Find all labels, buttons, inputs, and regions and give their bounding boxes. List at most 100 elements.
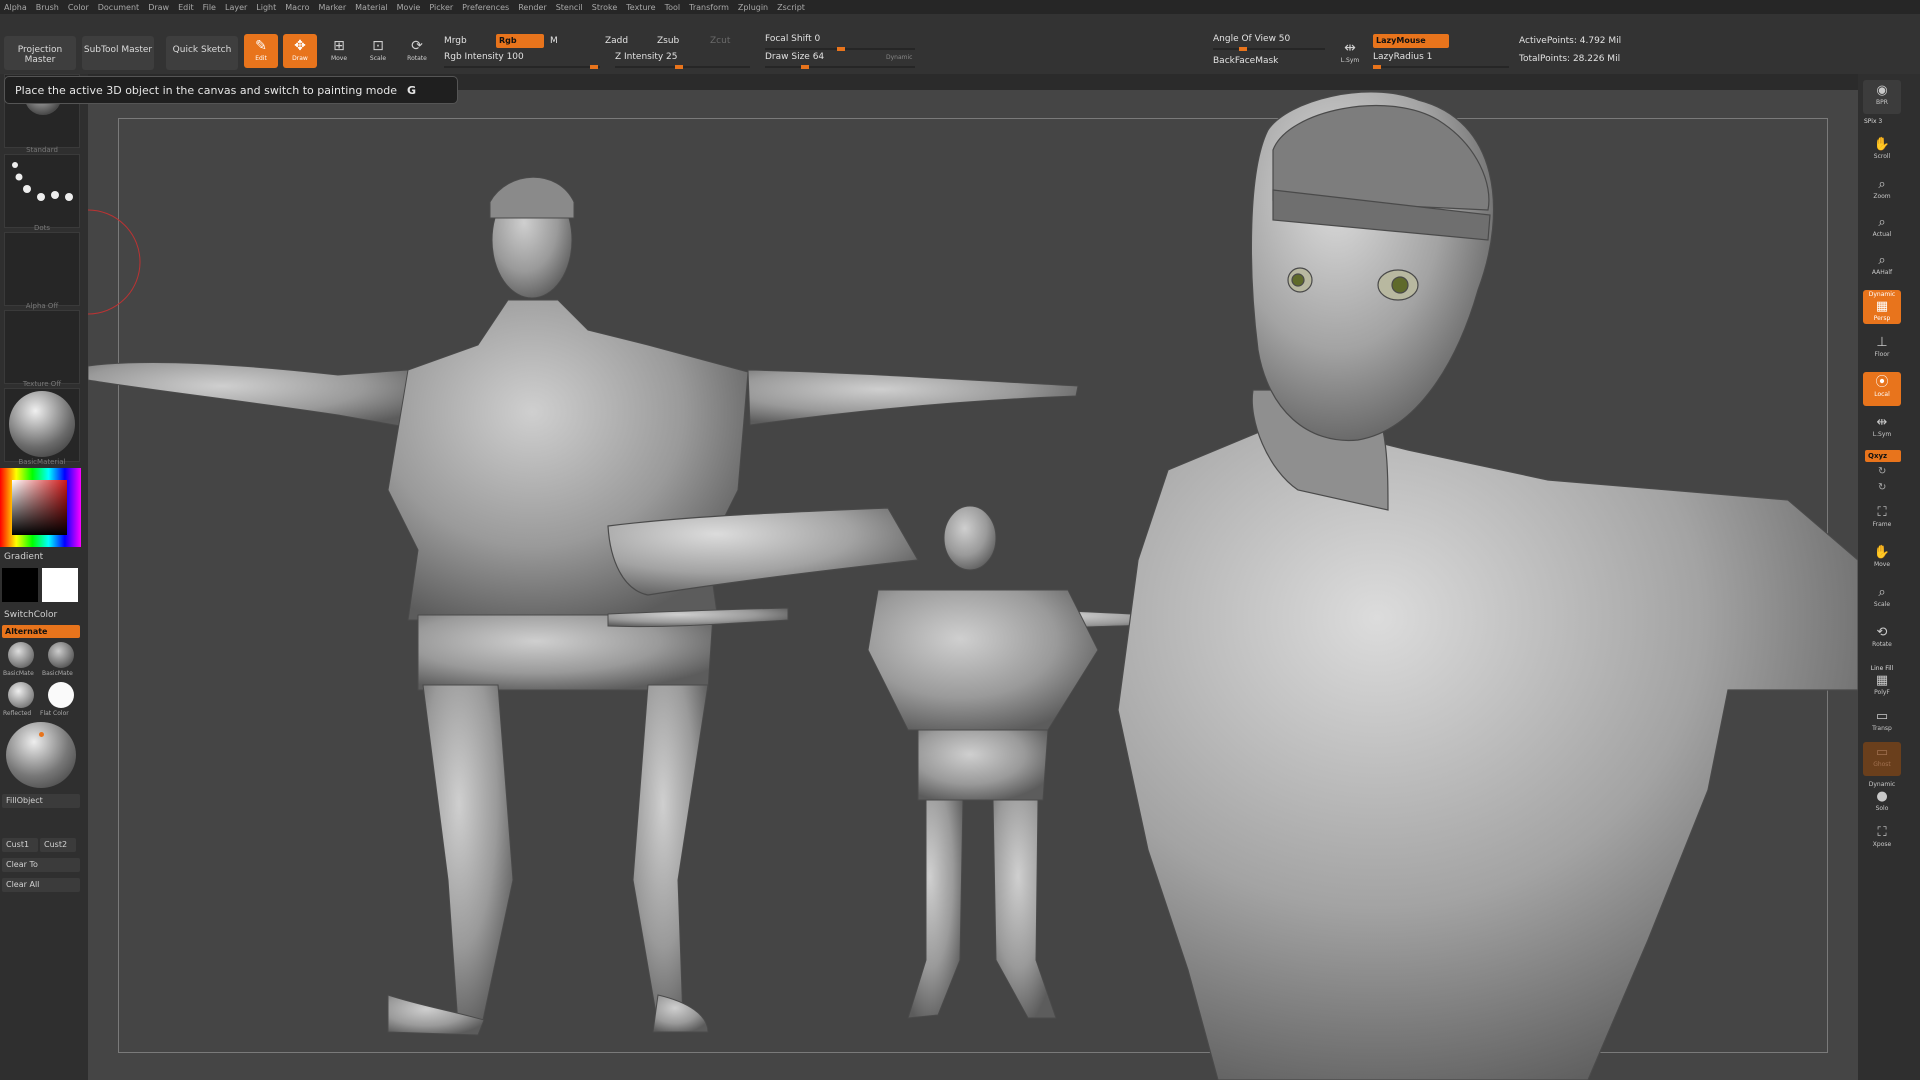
menu-movie[interactable]: Movie bbox=[397, 3, 421, 12]
alpha-thumbnail[interactable] bbox=[4, 232, 80, 306]
stroke-thumbnail[interactable] bbox=[4, 154, 80, 228]
menu-transform[interactable]: Transform bbox=[689, 3, 729, 12]
rotate-right-button[interactable]: ⟲ Rotate bbox=[1863, 622, 1901, 656]
rotate-z-icon[interactable]: ↻ bbox=[1878, 482, 1886, 493]
main-color-swatch[interactable] bbox=[2, 568, 38, 602]
scroll-button[interactable]: ✋ Scroll bbox=[1863, 134, 1901, 168]
focal-shift-slider[interactable] bbox=[765, 47, 915, 51]
xyz-button[interactable]: Qxyz bbox=[1865, 450, 1901, 462]
switch-color-button[interactable]: SwitchColor bbox=[4, 610, 57, 620]
ghost-button[interactable]: ▭ Ghost bbox=[1863, 742, 1901, 776]
move-right-button[interactable]: ✋ Move bbox=[1863, 542, 1901, 576]
angle-of-view-label: Angle Of View 50 bbox=[1213, 34, 1291, 44]
move-button[interactable]: ⊞ Move bbox=[322, 34, 356, 68]
menu-zplugin[interactable]: Zplugin bbox=[738, 3, 768, 12]
rotate-button[interactable]: ⟳ Rotate bbox=[400, 34, 434, 68]
rgb-intensity-slider[interactable] bbox=[444, 65, 600, 69]
focal-shift-knob[interactable] bbox=[837, 47, 845, 51]
menu-stencil[interactable]: Stencil bbox=[556, 3, 583, 12]
menu-brush[interactable]: Brush bbox=[36, 3, 59, 12]
menu-light[interactable]: Light bbox=[256, 3, 276, 12]
lsym-right-button[interactable]: ⇹ L.Sym bbox=[1863, 412, 1901, 446]
lazyradius-knob[interactable] bbox=[1373, 65, 1381, 69]
menu-render[interactable]: Render bbox=[518, 3, 546, 12]
draw-button[interactable]: ✥ Draw bbox=[283, 34, 317, 68]
material-thumbnail[interactable] bbox=[4, 388, 80, 462]
spix-label[interactable]: SPix 3 bbox=[1864, 118, 1882, 125]
menu-zscript[interactable]: Zscript bbox=[777, 3, 805, 12]
fill-object-button[interactable]: FillObject bbox=[2, 794, 80, 808]
rotate-y-icon[interactable]: ↻ bbox=[1878, 466, 1886, 477]
menu-picker[interactable]: Picker bbox=[429, 3, 453, 12]
edit-button[interactable]: ✎ Edit bbox=[244, 34, 278, 68]
aahalf-button[interactable]: ⌕ AAHalf bbox=[1863, 250, 1901, 284]
menu-preferences[interactable]: Preferences bbox=[462, 3, 509, 12]
flat-color-material-swatch[interactable] bbox=[48, 682, 74, 708]
actual-button[interactable]: ⌕ Actual bbox=[1863, 212, 1901, 246]
clear-all-button[interactable]: Clear All bbox=[2, 878, 80, 892]
menu-tool[interactable]: Tool bbox=[665, 3, 681, 12]
frame-icon: ⛶ bbox=[1877, 505, 1887, 520]
lazyradius-slider[interactable] bbox=[1373, 65, 1509, 69]
cust1-button[interactable]: Cust1 bbox=[2, 838, 38, 852]
menu-document[interactable]: Document bbox=[98, 3, 139, 12]
menu-file[interactable]: File bbox=[203, 3, 216, 12]
projection-master-button[interactable]: Projection Master bbox=[4, 36, 76, 70]
texture-thumbnail[interactable] bbox=[4, 310, 80, 384]
scale-button[interactable]: ⊡ Scale bbox=[361, 34, 395, 68]
menu-edit[interactable]: Edit bbox=[178, 3, 194, 12]
closeup-bust-model[interactable] bbox=[607, 91, 1858, 1080]
bpr-button[interactable]: ◉ BPR bbox=[1863, 80, 1901, 114]
angle-of-view-knob[interactable] bbox=[1239, 47, 1247, 51]
solo-button[interactable]: Dynamic ● Solo bbox=[1863, 780, 1901, 814]
menu-layer[interactable]: Layer bbox=[225, 3, 247, 12]
menu-draw[interactable]: Draw bbox=[148, 3, 169, 12]
m-button[interactable]: M bbox=[550, 36, 558, 46]
zoom-button[interactable]: ⌕ Zoom bbox=[1863, 174, 1901, 208]
basic-material-2-swatch[interactable] bbox=[48, 642, 74, 668]
z-intensity-knob[interactable] bbox=[675, 65, 683, 69]
rgb-intensity-knob[interactable] bbox=[590, 65, 598, 69]
polyf-button[interactable]: Line Fill ▦ PolyF bbox=[1863, 664, 1901, 698]
secondary-color-swatch[interactable] bbox=[42, 568, 78, 602]
zcut-button[interactable]: Zcut bbox=[710, 36, 730, 46]
menu-color[interactable]: Color bbox=[68, 3, 89, 12]
backface-mask-button[interactable]: BackFaceMask bbox=[1213, 56, 1278, 66]
persp-button[interactable]: Dynamic ▦ Persp bbox=[1863, 290, 1901, 324]
zadd-button[interactable]: Zadd bbox=[605, 36, 628, 46]
local-button[interactable]: ⦿ Local bbox=[1863, 372, 1901, 406]
lazymouse-button[interactable]: LazyMouse bbox=[1373, 34, 1449, 48]
menu-macro[interactable]: Macro bbox=[285, 3, 309, 12]
rgb-button[interactable]: Rgb bbox=[496, 34, 544, 48]
color-picker[interactable] bbox=[0, 468, 81, 547]
xpose-button[interactable]: ⛶ Xpose bbox=[1863, 822, 1901, 856]
menu-texture[interactable]: Texture bbox=[626, 3, 655, 12]
scale-right-button[interactable]: ⌕ Scale bbox=[1863, 582, 1901, 616]
cust2-button[interactable]: Cust2 bbox=[40, 838, 76, 852]
quick-sketch-button[interactable]: Quick Sketch bbox=[166, 36, 238, 70]
menu-material[interactable]: Material bbox=[355, 3, 388, 12]
transp-button[interactable]: ▭ Transp bbox=[1863, 706, 1901, 740]
z-intensity-slider[interactable] bbox=[615, 65, 750, 69]
floor-button[interactable]: ⊥ Floor bbox=[1863, 332, 1901, 366]
zsub-button[interactable]: Zsub bbox=[657, 36, 679, 46]
alternate-button[interactable]: Alternate bbox=[2, 625, 80, 638]
menu-alpha[interactable]: Alpha bbox=[4, 3, 27, 12]
color-picker-square[interactable] bbox=[12, 480, 67, 535]
basic-material-1-swatch[interactable] bbox=[8, 642, 34, 668]
mrgb-button[interactable]: Mrgb bbox=[444, 36, 467, 46]
menu-stroke[interactable]: Stroke bbox=[592, 3, 618, 12]
reflected-material-swatch[interactable] bbox=[8, 682, 34, 708]
angle-of-view-slider[interactable] bbox=[1213, 47, 1325, 51]
menu-marker[interactable]: Marker bbox=[318, 3, 346, 12]
subtool-master-button[interactable]: SubTool Master bbox=[82, 36, 154, 70]
sculpt-viewport[interactable] bbox=[88, 90, 1858, 1080]
fill-object-preview[interactable] bbox=[6, 722, 76, 788]
dynamic-button[interactable]: Dynamic bbox=[886, 54, 912, 61]
document-canvas[interactable] bbox=[88, 90, 1858, 1080]
clear-to-button[interactable]: Clear To bbox=[2, 858, 80, 872]
draw-size-slider[interactable] bbox=[765, 65, 915, 69]
frame-button[interactable]: ⛶ Frame bbox=[1863, 502, 1901, 536]
draw-size-knob[interactable] bbox=[801, 65, 809, 69]
lsym-button[interactable]: ⇹ L.Sym bbox=[1332, 36, 1368, 70]
